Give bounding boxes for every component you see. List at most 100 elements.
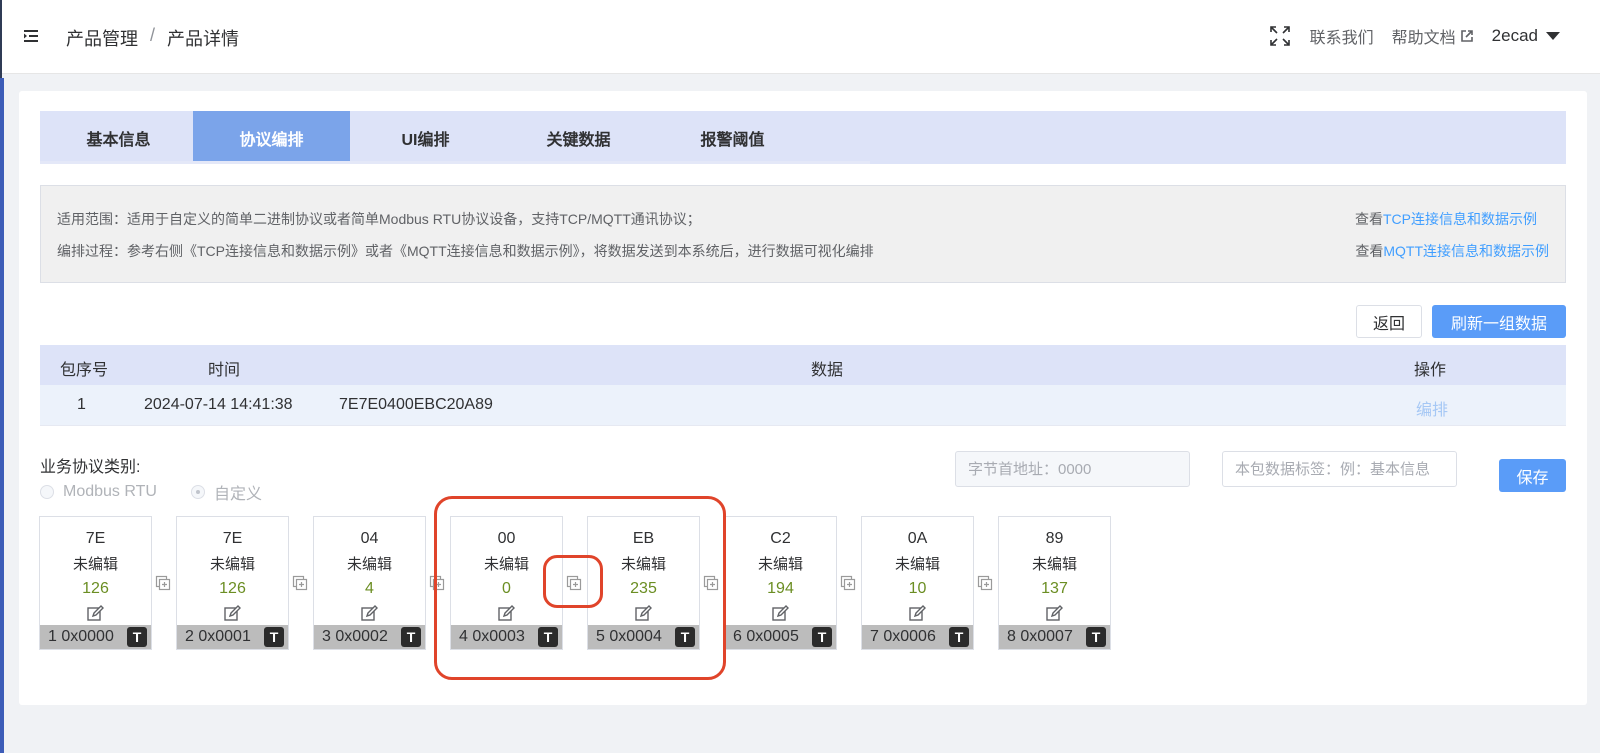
view-prefix: 查看 (1355, 211, 1383, 227)
header-data: 数据 (811, 362, 844, 379)
byte-card: 89 未编辑 137 8 0x0007 T (998, 516, 1111, 650)
byte-decimal: 4 (365, 580, 374, 597)
cell-data: 7E7E0400EBC20A89 (339, 396, 493, 413)
protocol-type-label: 业务协议类别: (40, 459, 141, 476)
byte-decimal: 137 (1041, 580, 1068, 597)
header-seq: 包序号 (60, 362, 109, 379)
byte-address: 3 0x0002 (322, 628, 388, 645)
merge-bytes-icon[interactable] (840, 575, 856, 591)
byte-card: 7E 未编辑 126 2 0x0001 T (176, 516, 289, 650)
byte-footer: 7 0x0006 T (862, 625, 973, 649)
byte-address-input[interactable] (955, 451, 1190, 487)
tab-key-data[interactable]: 关键数据 (500, 111, 657, 164)
highlight-annotation-merge (543, 555, 603, 608)
radio-label: 自定义 (213, 486, 262, 503)
edit-icon[interactable] (908, 605, 926, 623)
type-button[interactable]: T (264, 627, 284, 647)
header-action: 操作 (1414, 362, 1447, 379)
breadcrumb-product-management[interactable]: 产品管理 (66, 25, 138, 51)
byte-card: C2 未编辑 194 6 0x0005 T (724, 516, 837, 650)
byte-address: 6 0x0005 (733, 628, 799, 645)
user-menu[interactable]: 2ecad (1492, 26, 1560, 46)
packet-tag-input[interactable] (1222, 451, 1457, 487)
mqtt-example-link[interactable]: MQTT连接信息和数据示例 (1383, 243, 1549, 259)
byte-footer: 1 0x0000 T (40, 625, 151, 649)
user-name: 2ecad (1491, 26, 1538, 45)
byte-footer: 8 0x0007 T (999, 625, 1110, 649)
byte-card: 0A 未编辑 10 7 0x0006 T (861, 516, 974, 650)
byte-status: 未编辑 (894, 556, 940, 573)
radio-circle-checked (190, 485, 205, 499)
back-button[interactable]: 返回 (1356, 305, 1422, 338)
save-button[interactable]: 保存 (1499, 459, 1566, 492)
header-time: 时间 (208, 362, 241, 379)
byte-decimal: 194 (767, 580, 794, 597)
main-card: 基本信息 协议编排 UI编排 关键数据 报警阈值 适用范围：适用于自定义的简单二… (19, 91, 1587, 705)
view-mqtt-example: 查看MQTT连接信息和数据示例 (1355, 241, 1549, 261)
header-actions: 联系我们 帮助文档 2ecad (1268, 24, 1560, 48)
byte-address: 7 0x0006 (870, 628, 936, 645)
byte-status: 未编辑 (209, 556, 255, 573)
type-button[interactable]: T (949, 627, 969, 647)
help-docs-label: 帮助文档 (1391, 30, 1456, 47)
byte-address: 8 0x0007 (1007, 628, 1073, 645)
cell-seq: 1 (77, 396, 86, 413)
byte-status: 未编辑 (1031, 556, 1077, 573)
view-prefix: 查看 (1355, 243, 1384, 259)
breadcrumb: 产品管理 / 产品详情 (66, 25, 239, 51)
byte-status: 未编辑 (757, 556, 803, 573)
byte-decimal: 126 (82, 580, 109, 597)
merge-bytes-icon[interactable] (292, 575, 308, 591)
protocol-type-radio-group: Modbus RTU 自定义 (40, 480, 262, 504)
breadcrumb-product-detail: 产品详情 (167, 29, 240, 49)
contact-us-link[interactable]: 联系我们 (1310, 24, 1374, 48)
byte-hex: 04 (360, 530, 379, 547)
info-scope-text: 适用范围：适用于自定义的简单二进制协议或者简单Modbus RTU协议设备，支持… (57, 211, 701, 227)
byte-hex: 89 (1045, 530, 1064, 547)
radio-custom[interactable]: 自定义 (190, 480, 262, 504)
help-docs-link[interactable]: 帮助文档 (1392, 24, 1474, 48)
byte-address: 1 0x0000 (48, 628, 114, 645)
byte-card: 7E 未编辑 126 1 0x0000 T (39, 516, 152, 650)
tcp-example-link[interactable]: TCP连接信息和数据示例 (1383, 211, 1537, 227)
type-button[interactable]: T (127, 627, 147, 647)
edit-layout-link[interactable]: 编排 (1416, 396, 1448, 420)
type-button[interactable]: T (401, 627, 421, 647)
breadcrumb-separator: / (150, 25, 156, 45)
packet-table: 包序号 时间 数据 操作 1 2024-07-14 14:41:38 7E7E0… (40, 345, 1566, 426)
byte-footer: 3 0x0002 T (314, 625, 425, 649)
byte-status: 未编辑 (346, 556, 392, 573)
byte-hex: 0A (907, 530, 928, 547)
byte-hex: C2 (770, 530, 791, 547)
info-panel: 适用范围：适用于自定义的简单二进制协议或者简单Modbus RTU协议设备，支持… (40, 185, 1566, 283)
edit-icon[interactable] (86, 605, 104, 623)
type-button[interactable]: T (812, 627, 832, 647)
fullscreen-icon[interactable] (1268, 24, 1292, 48)
byte-hex: 7E (85, 530, 106, 547)
radio-circle (40, 485, 54, 499)
refresh-data-button[interactable]: 刷新一组数据 (1432, 305, 1566, 338)
radio-label: Modbus RTU (63, 483, 157, 500)
merge-bytes-icon[interactable] (155, 575, 171, 591)
external-link-icon (1460, 30, 1473, 42)
radio-modbus-rtu[interactable]: Modbus RTU (40, 480, 157, 504)
tab-alarm-threshold[interactable]: 报警阈值 (654, 111, 811, 164)
edit-icon[interactable] (223, 605, 241, 623)
edit-icon[interactable] (1045, 605, 1063, 623)
top-header: 产品管理 / 产品详情 联系我们 帮助文档 2ecad (2, 0, 1600, 74)
view-tcp-example: 查看TCP连接信息和数据示例 (1355, 209, 1537, 229)
menu-fold-icon[interactable] (22, 27, 42, 45)
edit-icon[interactable] (360, 605, 378, 623)
info-process-text: 编排过程：参考右侧《TCP连接信息和数据示例》或者《MQTT连接信息和数据示例》… (57, 243, 874, 259)
byte-decimal: 10 (908, 580, 927, 597)
edit-icon[interactable] (771, 605, 789, 623)
type-button[interactable]: T (1086, 627, 1106, 647)
byte-decimal: 126 (219, 580, 246, 597)
tab-ui-layout[interactable]: UI编排 (347, 111, 504, 164)
table-row[interactable]: 1 2024-07-14 14:41:38 7E7E0400EBC20A89 编… (40, 385, 1566, 426)
byte-address: 2 0x0001 (185, 628, 251, 645)
tab-bar: 基本信息 协议编排 UI编排 关键数据 报警阈值 (40, 111, 1566, 164)
tab-protocol-layout[interactable]: 协议编排 (193, 111, 350, 164)
tab-basic-info[interactable]: 基本信息 (40, 111, 197, 164)
merge-bytes-icon[interactable] (977, 575, 993, 591)
